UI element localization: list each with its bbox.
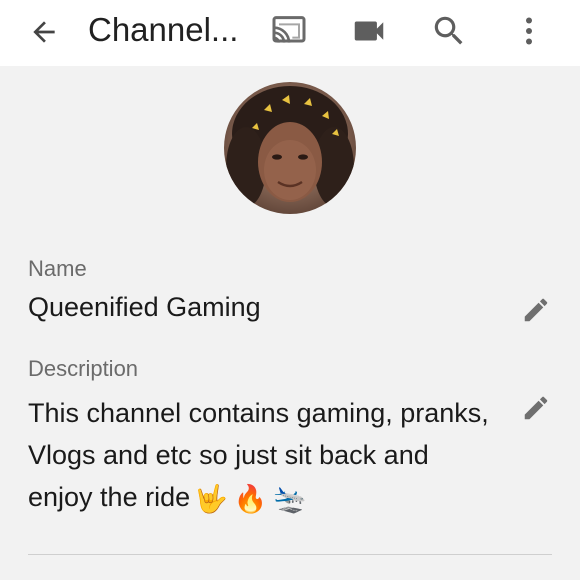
- create-video-button[interactable]: [346, 8, 392, 54]
- avatar[interactable]: [224, 82, 356, 214]
- more-vert-icon: [526, 17, 532, 45]
- channel-name: Queenified Gaming: [28, 292, 261, 322]
- emoji-hand: 🤟: [194, 483, 228, 514]
- search-button[interactable]: [426, 8, 472, 54]
- videocam-icon: [354, 21, 384, 41]
- page-title: Channel...: [88, 11, 239, 48]
- channel-settings-content: Name Queenified Gaming Description This …: [0, 66, 580, 580]
- pencil-icon: [524, 396, 548, 420]
- description-label: Description: [28, 356, 139, 381]
- search-icon: [434, 16, 463, 45]
- divider: [28, 554, 552, 555]
- emoji-plane: 🛬: [273, 483, 307, 514]
- cast-icon: [272, 16, 306, 43]
- cast-button[interactable]: [266, 8, 312, 54]
- channel-description: This channel contains gaming, pranks, Vl…: [28, 392, 498, 520]
- edit-description-button[interactable]: [518, 390, 554, 426]
- pencil-icon: [524, 298, 548, 322]
- emoji-fire: 🔥: [233, 483, 268, 514]
- app-bar: Channel...: [0, 0, 580, 66]
- back-button[interactable]: [22, 10, 66, 54]
- more-options-button[interactable]: [506, 8, 552, 54]
- name-label: Name: [28, 256, 87, 281]
- description-emojis: 🤟 🔥 🛬: [194, 478, 307, 520]
- edit-name-button[interactable]: [518, 292, 554, 328]
- arrow-left-icon: [33, 21, 55, 43]
- avatar-image: [224, 82, 356, 214]
